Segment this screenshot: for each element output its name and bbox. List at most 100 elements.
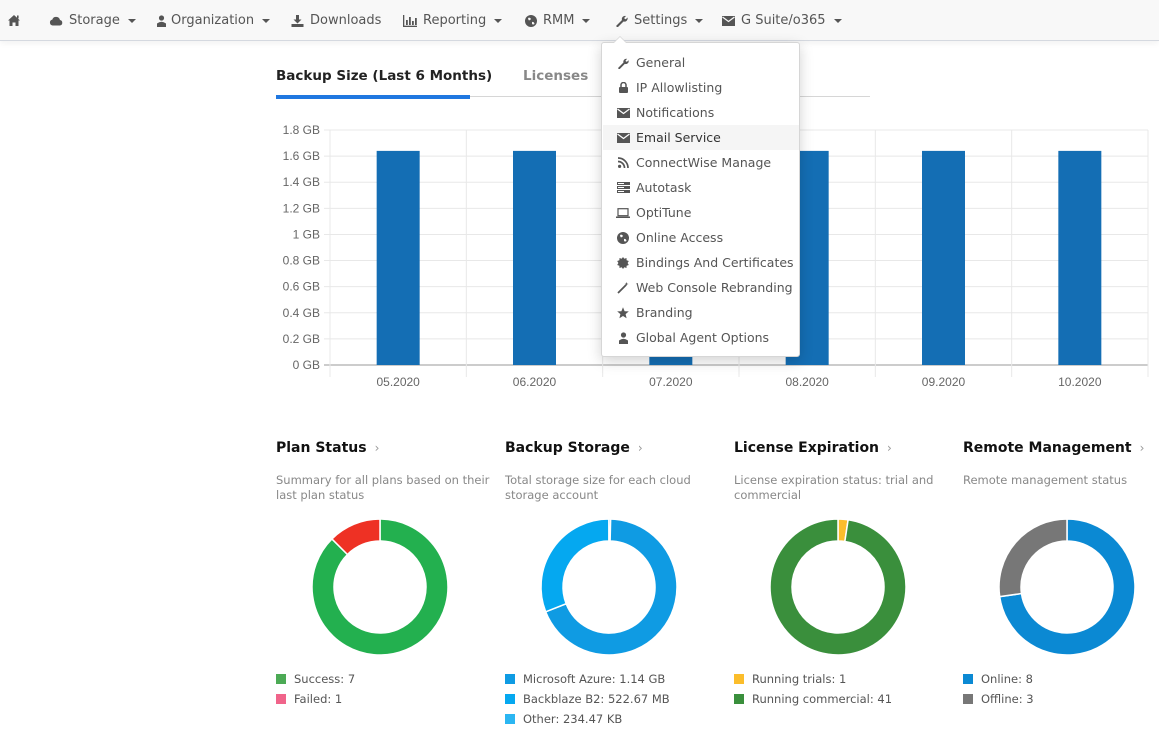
nav-reporting-label: Reporting [423, 13, 487, 28]
chevron-right-icon: › [374, 441, 380, 455]
y-tick-label: 1.2 GB [283, 201, 320, 215]
nav-storage-label: Storage [69, 13, 120, 28]
legend-item[interactable]: Running commercial: 41 [734, 689, 892, 709]
plan-status-title[interactable]: Plan Status › [276, 440, 379, 456]
caret-down-icon [582, 18, 591, 23]
y-tick-label: 0.4 GB [283, 306, 320, 320]
legend-item[interactable]: Backblaze B2: 522.67 MB [505, 689, 670, 709]
settings-menu-item-label: Email Service [636, 130, 721, 145]
donut-slice-offline[interactable] [998, 518, 1068, 598]
card-remote-management: Remote Management › Remote management st… [963, 440, 1159, 730]
x-tick-label: 10.2020 [1058, 375, 1102, 389]
bar-06.2020[interactable] [513, 150, 556, 365]
legend-item[interactable]: Online: 8 [963, 669, 1034, 689]
tab-licenses-label: Licenses [523, 68, 589, 84]
legend-swatch [505, 674, 515, 684]
legend-label: Failed: 1 [294, 692, 343, 706]
nav-downloads-label: Downloads [310, 13, 382, 28]
legend-swatch [276, 694, 286, 704]
license-expiration-legend: Running trials: 1 Running commercial: 41 [734, 669, 892, 709]
backup-storage-title-text: Backup Storage [505, 440, 630, 456]
settings-menu-item-global-agent-options[interactable]: Global Agent Options [603, 325, 799, 350]
x-tick-label: 08.2020 [785, 375, 829, 389]
rss-icon [616, 156, 630, 170]
laptop-icon [616, 206, 630, 220]
legend-item[interactable]: Microsoft Azure: 1.14 GB [505, 669, 670, 689]
legend-label: Running trials: 1 [752, 672, 847, 686]
nav-organization[interactable]: Organization [156, 0, 271, 41]
nav-rmm[interactable]: RMM [524, 0, 591, 41]
remote-management-description: Remote management status [963, 473, 1128, 487]
license-expiration-donut [769, 518, 907, 656]
download-icon [290, 14, 304, 28]
plan-status-title-text: Plan Status [276, 440, 367, 456]
legend-label: Online: 8 [981, 672, 1033, 686]
settings-menu-item-autotask[interactable]: Autotask [603, 175, 799, 200]
legend-item[interactable]: Offline: 3 [963, 689, 1034, 709]
settings-menu-item-notifications[interactable]: Notifications [603, 100, 799, 125]
legend-item[interactable]: Success: 7 [276, 669, 355, 689]
legend-swatch [276, 674, 286, 684]
tab-backup-size[interactable]: Backup Size (Last 6 Months) [276, 58, 492, 100]
settings-menu-item-general[interactable]: General [603, 50, 799, 75]
card-license-expiration: License Expiration › License expiration … [734, 440, 956, 730]
nav-settings[interactable]: Settings [614, 0, 704, 41]
donut-slice-backblaze-b2[interactable] [540, 518, 610, 613]
user-icon [616, 331, 630, 345]
settings-menu-item-branding[interactable]: Branding [603, 300, 799, 325]
settings-menu-item-ip-allowlisting[interactable]: IP Allowlisting [603, 75, 799, 100]
x-tick-label: 06.2020 [513, 375, 557, 389]
legend-swatch [734, 674, 744, 684]
globe-icon [524, 14, 538, 28]
nav-organization-label: Organization [171, 13, 255, 28]
envelope-icon [721, 14, 735, 28]
settings-menu-item-email-service[interactable]: Email Service [603, 125, 799, 150]
nav-settings-label: Settings [634, 13, 688, 28]
nav-reporting[interactable]: Reporting [403, 0, 503, 41]
legend-item[interactable]: Failed: 1 [276, 689, 355, 709]
donut-slice-running-commercial[interactable] [769, 518, 907, 656]
nav-home[interactable] [7, 0, 27, 41]
donut-slice-other[interactable] [608, 518, 612, 542]
bar-05.2020[interactable] [376, 150, 420, 365]
tab-licenses[interactable]: Licenses [523, 58, 588, 100]
legend-label: Other: 234.47 KB [523, 712, 623, 726]
legend-item[interactable]: Running trials: 1 [734, 669, 892, 689]
license-expiration-title-text: License Expiration [734, 440, 880, 456]
nav-storage[interactable]: Storage [49, 0, 136, 41]
nav-gsuite[interactable]: G Suite/o365 [721, 0, 842, 41]
y-tick-label: 0 GB [293, 358, 320, 372]
envelope-icon [616, 131, 630, 145]
backup-storage-title[interactable]: Backup Storage › [505, 440, 643, 456]
settings-menu-item-bindings-and-certificates[interactable]: Bindings And Certificates [603, 250, 799, 275]
bar-10.2020[interactable] [1058, 150, 1102, 365]
legend-label: Offline: 3 [981, 692, 1034, 706]
chevron-right-icon: › [887, 441, 892, 455]
legend-item[interactable]: Other: 234.47 KB [505, 709, 670, 729]
legend-label: Backblaze B2: 522.67 MB [523, 692, 670, 706]
legend-swatch [505, 694, 515, 704]
remote-management-title-text: Remote Management [963, 440, 1132, 456]
settings-menu-item-web-console-rebranding[interactable]: Web Console Rebranding [603, 275, 799, 300]
globe-icon [616, 231, 630, 245]
settings-menu-item-connectwise-manage[interactable]: ConnectWise Manage [603, 150, 799, 175]
home-icon [7, 14, 21, 28]
settings-menu-item-label: Global Agent Options [636, 330, 770, 345]
card-plan-status: Plan Status › Summary for all plans base… [276, 440, 498, 730]
license-expiration-title[interactable]: License Expiration › [734, 440, 892, 456]
nav-gsuite-label: G Suite/o365 [741, 13, 826, 28]
bar-09.2020[interactable] [922, 150, 965, 365]
legend-swatch [734, 694, 744, 704]
bar-chart-icon [403, 14, 417, 28]
remote-management-title[interactable]: Remote Management › [963, 440, 1144, 456]
settings-menu-item-online-access[interactable]: Online Access [603, 225, 799, 250]
nav-rmm-label: RMM [543, 13, 575, 28]
nav-downloads[interactable]: Downloads [290, 0, 381, 41]
settings-menu-item-label: Autotask [636, 180, 692, 195]
caret-down-icon [494, 18, 503, 23]
legend-swatch [505, 714, 515, 724]
settings-menu-item-label: IP Allowlisting [636, 80, 723, 95]
settings-menu-item-optitune[interactable]: OptiTune [603, 200, 799, 225]
backup-storage-description: Total storage size for each cloud storag… [505, 473, 691, 502]
caret-down-icon [833, 18, 842, 23]
